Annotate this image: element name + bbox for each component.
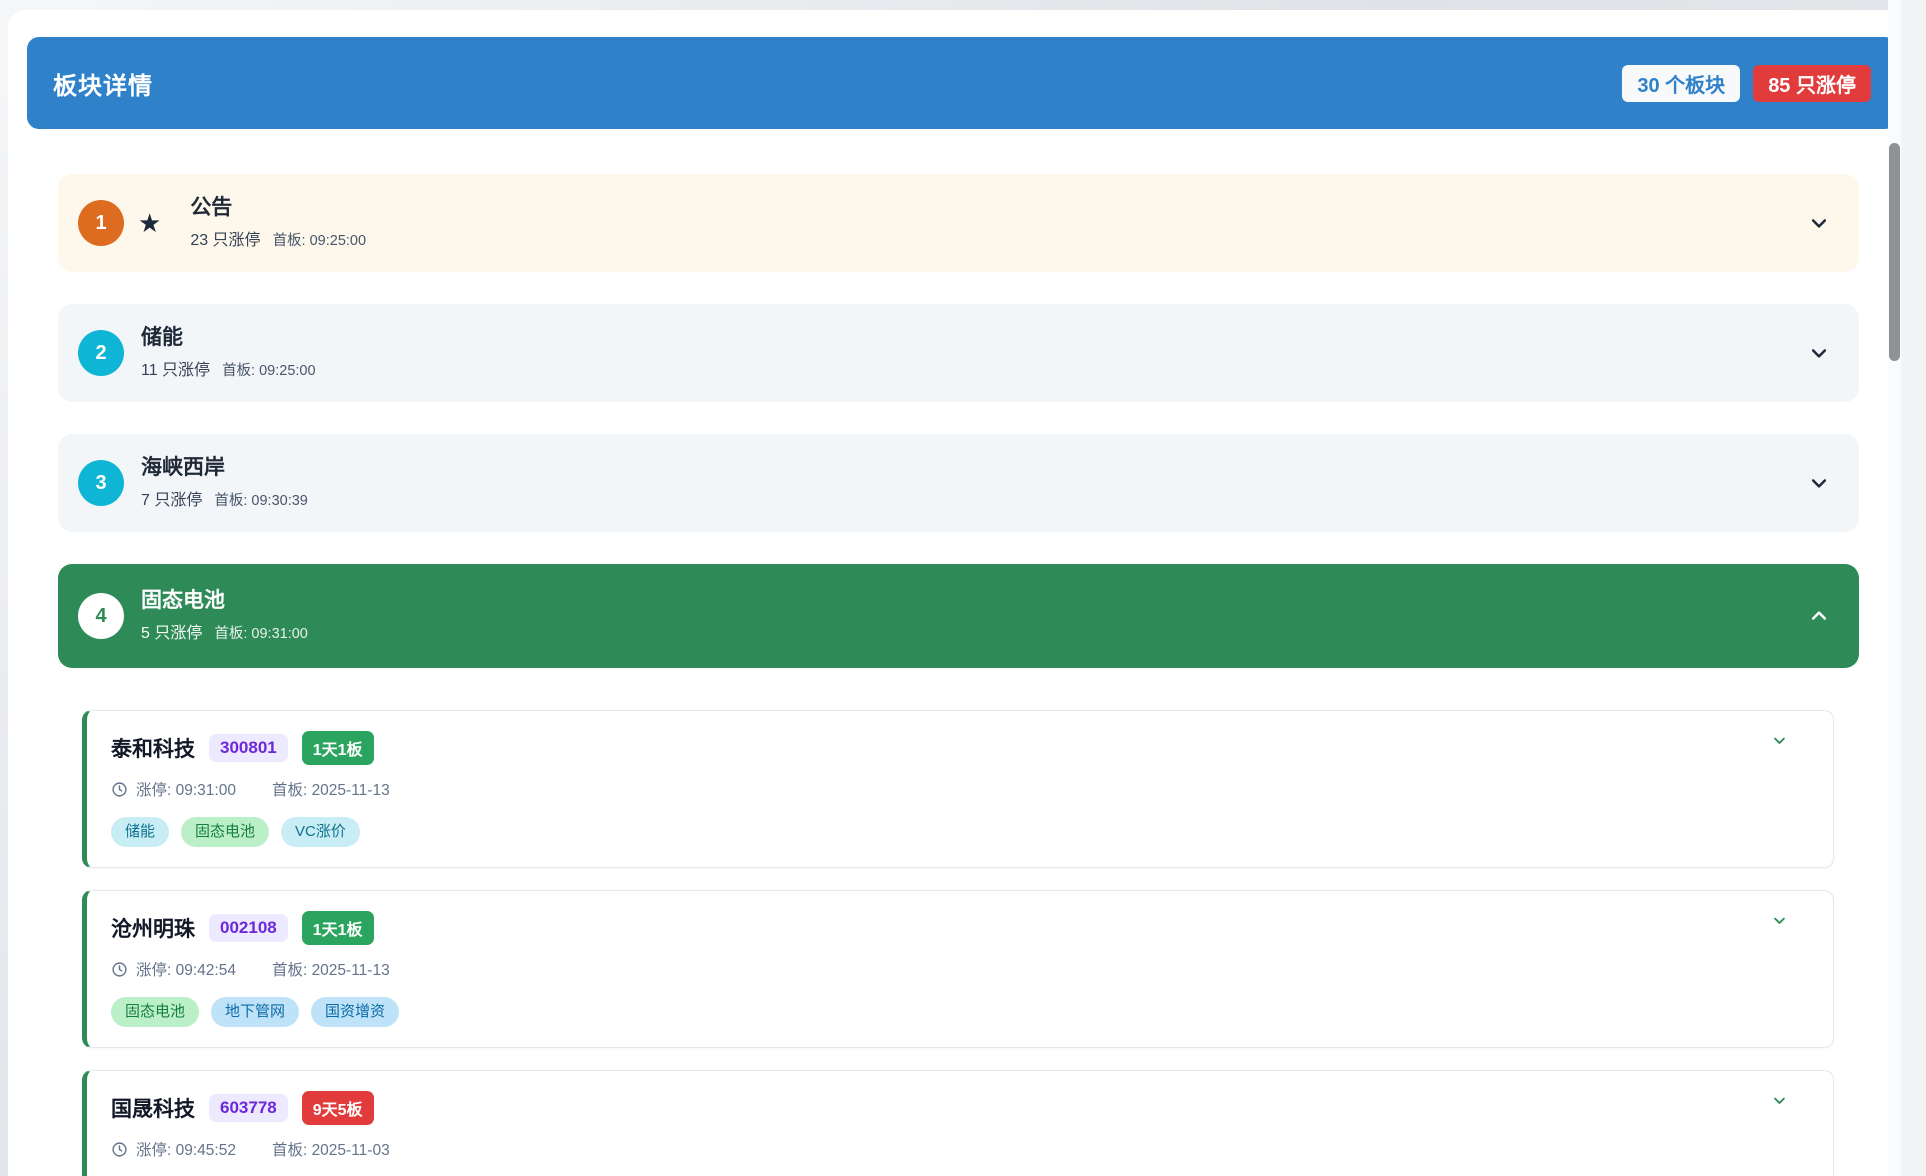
first-board-time: 首板: 09:25:00 — [273, 229, 367, 250]
sector-row-chuneng[interactable]: 2 储能 11 只涨停 首板: 09:25:00 — [58, 304, 1859, 402]
limit-up-time: 涨停: 09:31:00 — [136, 778, 236, 800]
rank-badge: 1 — [78, 200, 124, 246]
sector-text: 储能 11 只涨停 首板: 09:25:00 — [141, 326, 316, 379]
sector-subtitle: 23 只涨停 首板: 09:25:00 — [190, 226, 366, 250]
clock-icon — [111, 1141, 128, 1158]
stock-name: 国晟科技 — [111, 1093, 195, 1123]
clock-icon — [111, 781, 128, 798]
sector-subtitle: 11 只涨停 首板: 09:25:00 — [141, 356, 316, 380]
rank-badge: 3 — [78, 460, 124, 506]
concept-tag: 储能 — [111, 817, 169, 847]
panel-header: 板块详情 30 个板块 85 只涨停 — [27, 37, 1897, 129]
clock-icon — [111, 961, 128, 978]
scrollbar-thumb[interactable] — [1889, 143, 1900, 361]
chevron-down-icon[interactable] — [1809, 343, 1829, 363]
tag-list: 固态电池 地下管网 国资增资 — [111, 997, 1809, 1027]
sector-row-haixia[interactable]: 3 海峡西岸 7 只涨停 首板: 09:30:39 — [58, 434, 1859, 532]
sector-text: 海峡西岸 7 只涨停 首板: 09:30:39 — [141, 456, 308, 509]
sector-subtitle: 7 只涨停 首板: 09:30:39 — [141, 486, 308, 510]
page-title: 板块详情 — [53, 66, 153, 101]
sector-count-badge: 30 个板块 — [1622, 65, 1740, 102]
chevron-down-icon[interactable] — [1809, 473, 1829, 493]
sector-row-gutaidianchi[interactable]: 4 固态电池 5 只涨停 首板: 09:31:00 — [58, 564, 1859, 668]
first-board-date: 首板: 2025-11-03 — [272, 1138, 390, 1160]
stock-card-header: 沧州明珠 002108 1天1板 — [111, 911, 1809, 945]
sector-detail-panel: 板块详情 30 个板块 85 只涨停 1 ★ 公告 23 只涨停 首板: 09:… — [8, 10, 1926, 1176]
chevron-down-icon[interactable] — [1772, 1093, 1787, 1108]
stock-name: 泰和科技 — [111, 733, 195, 763]
streak-badge: 1天1板 — [302, 911, 374, 945]
header-badges: 30 个板块 85 只涨停 — [1622, 65, 1871, 102]
scrollbar-track[interactable] — [1888, 0, 1901, 1176]
star-icon: ★ — [138, 210, 161, 236]
stock-card-cangzhou[interactable]: 沧州明珠 002108 1天1板 涨停: 09:42:54 首板: 2025-1… — [82, 890, 1834, 1048]
concept-tag: 国资增资 — [311, 997, 399, 1027]
chevron-down-icon[interactable] — [1772, 733, 1787, 748]
limit-up-time: 涨停: 09:45:52 — [136, 1138, 236, 1160]
first-board-date: 首板: 2025-11-13 — [272, 778, 390, 800]
stock-code-badge: 300801 — [209, 734, 288, 762]
first-board-time: 首板: 09:30:39 — [214, 489, 308, 510]
limit-up-count: 5 只涨停 — [141, 619, 202, 643]
concept-tag: 地下管网 — [211, 997, 299, 1027]
stock-card-header: 国晟科技 603778 9天5板 — [111, 1091, 1809, 1125]
concept-tag: VC涨价 — [281, 817, 360, 847]
stock-detail-row: 涨停: 09:42:54 首板: 2025-11-13 — [111, 958, 1809, 980]
limit-up-count: 7 只涨停 — [141, 486, 202, 510]
sector-row-gonggao[interactable]: 1 ★ 公告 23 只涨停 首板: 09:25:00 — [58, 174, 1859, 272]
streak-badge: 1天1板 — [302, 731, 374, 765]
stock-code-badge: 002108 — [209, 914, 288, 942]
sector-title: 海峡西岸 — [141, 456, 308, 480]
sector-title: 储能 — [141, 326, 316, 350]
stock-detail-row: 涨停: 09:45:52 首板: 2025-11-03 — [111, 1138, 1809, 1160]
limit-up-count: 23 只涨停 — [190, 226, 260, 250]
rank-badge: 2 — [78, 330, 124, 376]
concept-tag: 固态电池 — [181, 817, 269, 847]
limit-up-count: 11 只涨停 — [141, 356, 210, 380]
rank-badge: 4 — [78, 593, 124, 639]
stock-code-badge: 603778 — [209, 1094, 288, 1122]
first-board-date: 首板: 2025-11-13 — [272, 958, 390, 980]
concept-tag: 固态电池 — [111, 997, 199, 1027]
chevron-up-icon[interactable] — [1809, 606, 1829, 626]
stock-detail-row: 涨停: 09:31:00 首板: 2025-11-13 — [111, 778, 1809, 800]
first-board-time: 首板: 09:31:00 — [214, 622, 308, 643]
tag-list: 储能 固态电池 VC涨价 — [111, 817, 1809, 847]
stock-card-taihe[interactable]: 泰和科技 300801 1天1板 涨停: 09:31:00 首板: 2025-1… — [82, 710, 1834, 868]
first-board-time: 首板: 09:25:00 — [222, 359, 316, 380]
limit-up-time: 涨停: 09:42:54 — [136, 958, 236, 980]
window-right-gutter — [1901, 0, 1926, 1176]
sector-text: 公告 23 只涨停 首板: 09:25:00 — [190, 196, 366, 249]
sector-subtitle: 5 只涨停 首板: 09:31:00 — [141, 619, 308, 643]
stock-card-guosheng[interactable]: 国晟科技 603778 9天5板 涨停: 09:45:52 首板: 2025-1… — [82, 1070, 1834, 1176]
sector-title: 公告 — [190, 196, 366, 220]
stock-list: 泰和科技 300801 1天1板 涨停: 09:31:00 首板: 2025-1… — [82, 710, 1834, 1176]
chevron-down-icon[interactable] — [1772, 913, 1787, 928]
sector-title: 固态电池 — [141, 589, 308, 613]
sector-text: 固态电池 5 只涨停 首板: 09:31:00 — [141, 589, 308, 642]
chevron-down-icon[interactable] — [1809, 213, 1829, 233]
streak-badge: 9天5板 — [302, 1091, 374, 1125]
limit-up-count-badge: 85 只涨停 — [1753, 65, 1871, 102]
stock-name: 沧州明珠 — [111, 913, 195, 943]
sector-list: 1 ★ 公告 23 只涨停 首板: 09:25:00 2 储能 11 只涨停 首… — [58, 174, 1859, 668]
stock-card-header: 泰和科技 300801 1天1板 — [111, 731, 1809, 765]
